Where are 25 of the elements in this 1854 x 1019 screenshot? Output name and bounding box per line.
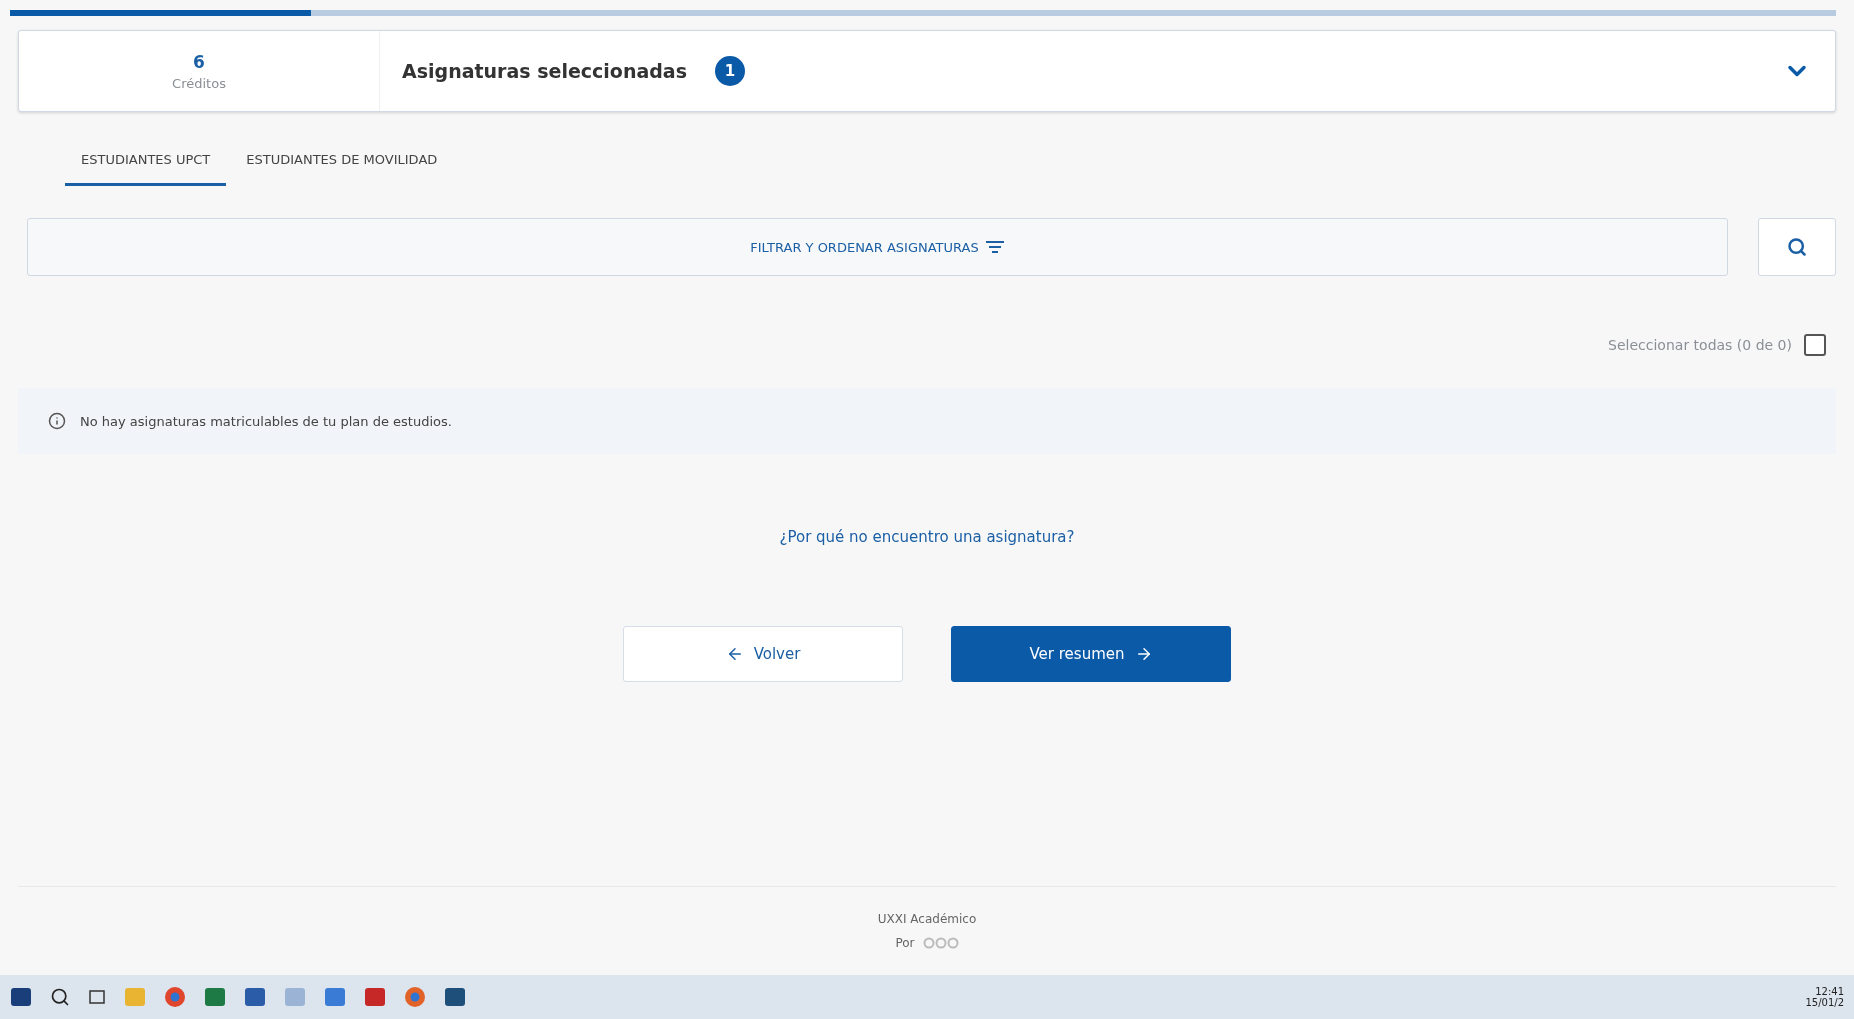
help-link[interactable]: ¿Por qué no encuentro una asignatura? xyxy=(779,528,1075,546)
logo-icon xyxy=(922,937,959,949)
summary-button[interactable]: Ver resumen xyxy=(951,626,1231,682)
summary-title: Asignaturas seleccionadas xyxy=(402,60,687,82)
search-icon xyxy=(1787,237,1807,257)
back-button[interactable]: Volver xyxy=(623,626,903,682)
product-name: UXXI Académico xyxy=(877,912,977,926)
search-button[interactable] xyxy=(1758,218,1836,276)
select-all-label: Seleccionar todas (0 de 0) xyxy=(1608,337,1792,353)
info-icon xyxy=(48,412,66,430)
search-icon[interactable] xyxy=(50,987,70,1007)
task-view-icon[interactable] xyxy=(88,988,106,1006)
credits-value: 6 xyxy=(193,51,205,72)
tab[interactable]: ESTUDIANTES DE MOVILIDAD xyxy=(230,142,454,186)
summary-card[interactable]: 6 Créditos Asignaturas seleccionadas 1 xyxy=(18,30,1836,112)
filter-button[interactable]: FILTRAR Y ORDENAR ASIGNATURAS xyxy=(27,218,1728,276)
credits-label: Créditos xyxy=(172,75,226,91)
tab[interactable]: ESTUDIANTES UPCT xyxy=(65,142,227,186)
clock-date: 15/01/2 xyxy=(1805,997,1844,1008)
select-all-checkbox[interactable] xyxy=(1804,334,1826,356)
clock-time: 12:41 xyxy=(1815,986,1844,997)
count-badge: 1 xyxy=(714,56,745,86)
by-label: Por xyxy=(895,936,915,950)
filter-icon xyxy=(984,240,1005,254)
notice-text: No hay asignaturas matriculables de tu plan de estudios. xyxy=(80,413,452,429)
